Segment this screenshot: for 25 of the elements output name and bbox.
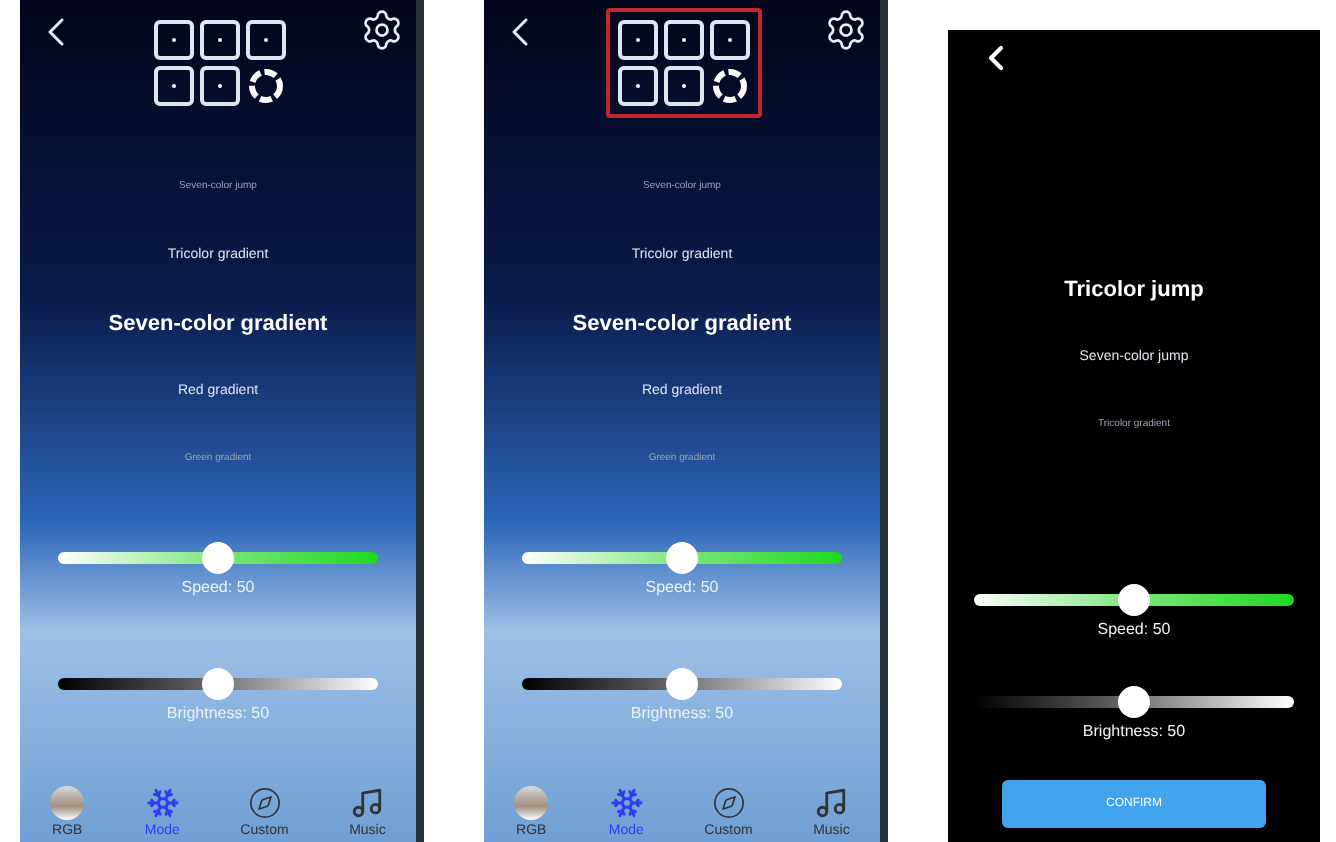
slider-thumb[interactable] <box>1118 584 1150 616</box>
slider-label: Speed: 50 <box>181 576 255 600</box>
compass-icon <box>247 786 282 820</box>
settings-icon[interactable] <box>824 8 868 52</box>
music-note-icon <box>350 786 385 820</box>
compass-icon <box>711 786 746 820</box>
slider-thumb[interactable] <box>202 542 234 574</box>
music-note-icon <box>814 786 849 820</box>
slider-label: Brightness: 50 <box>166 702 270 726</box>
dashed-ring-icon[interactable] <box>246 66 286 106</box>
snowflake-icon <box>145 786 180 820</box>
dashed-ring-icon[interactable] <box>710 66 750 106</box>
slider-label: Speed: 50 <box>1097 618 1171 642</box>
snowflake-icon <box>609 786 644 820</box>
mode-option[interactable]: Seven-color gradient <box>572 307 792 341</box>
mode-option[interactable]: Tricolor jump <box>1064 273 1204 307</box>
slider-thumb[interactable] <box>1118 686 1150 718</box>
slider-thumb[interactable] <box>666 668 698 700</box>
slider-label: Speed: 50 <box>645 576 719 600</box>
slider-thumb[interactable] <box>666 542 698 574</box>
slider-thumb[interactable] <box>202 668 234 700</box>
mode-option[interactable]: Seven-color gradient <box>108 307 328 341</box>
settings-icon[interactable] <box>360 8 404 52</box>
slider-label: Brightness: 50 <box>630 702 734 726</box>
slider-label: Brightness: 50 <box>1082 720 1186 744</box>
